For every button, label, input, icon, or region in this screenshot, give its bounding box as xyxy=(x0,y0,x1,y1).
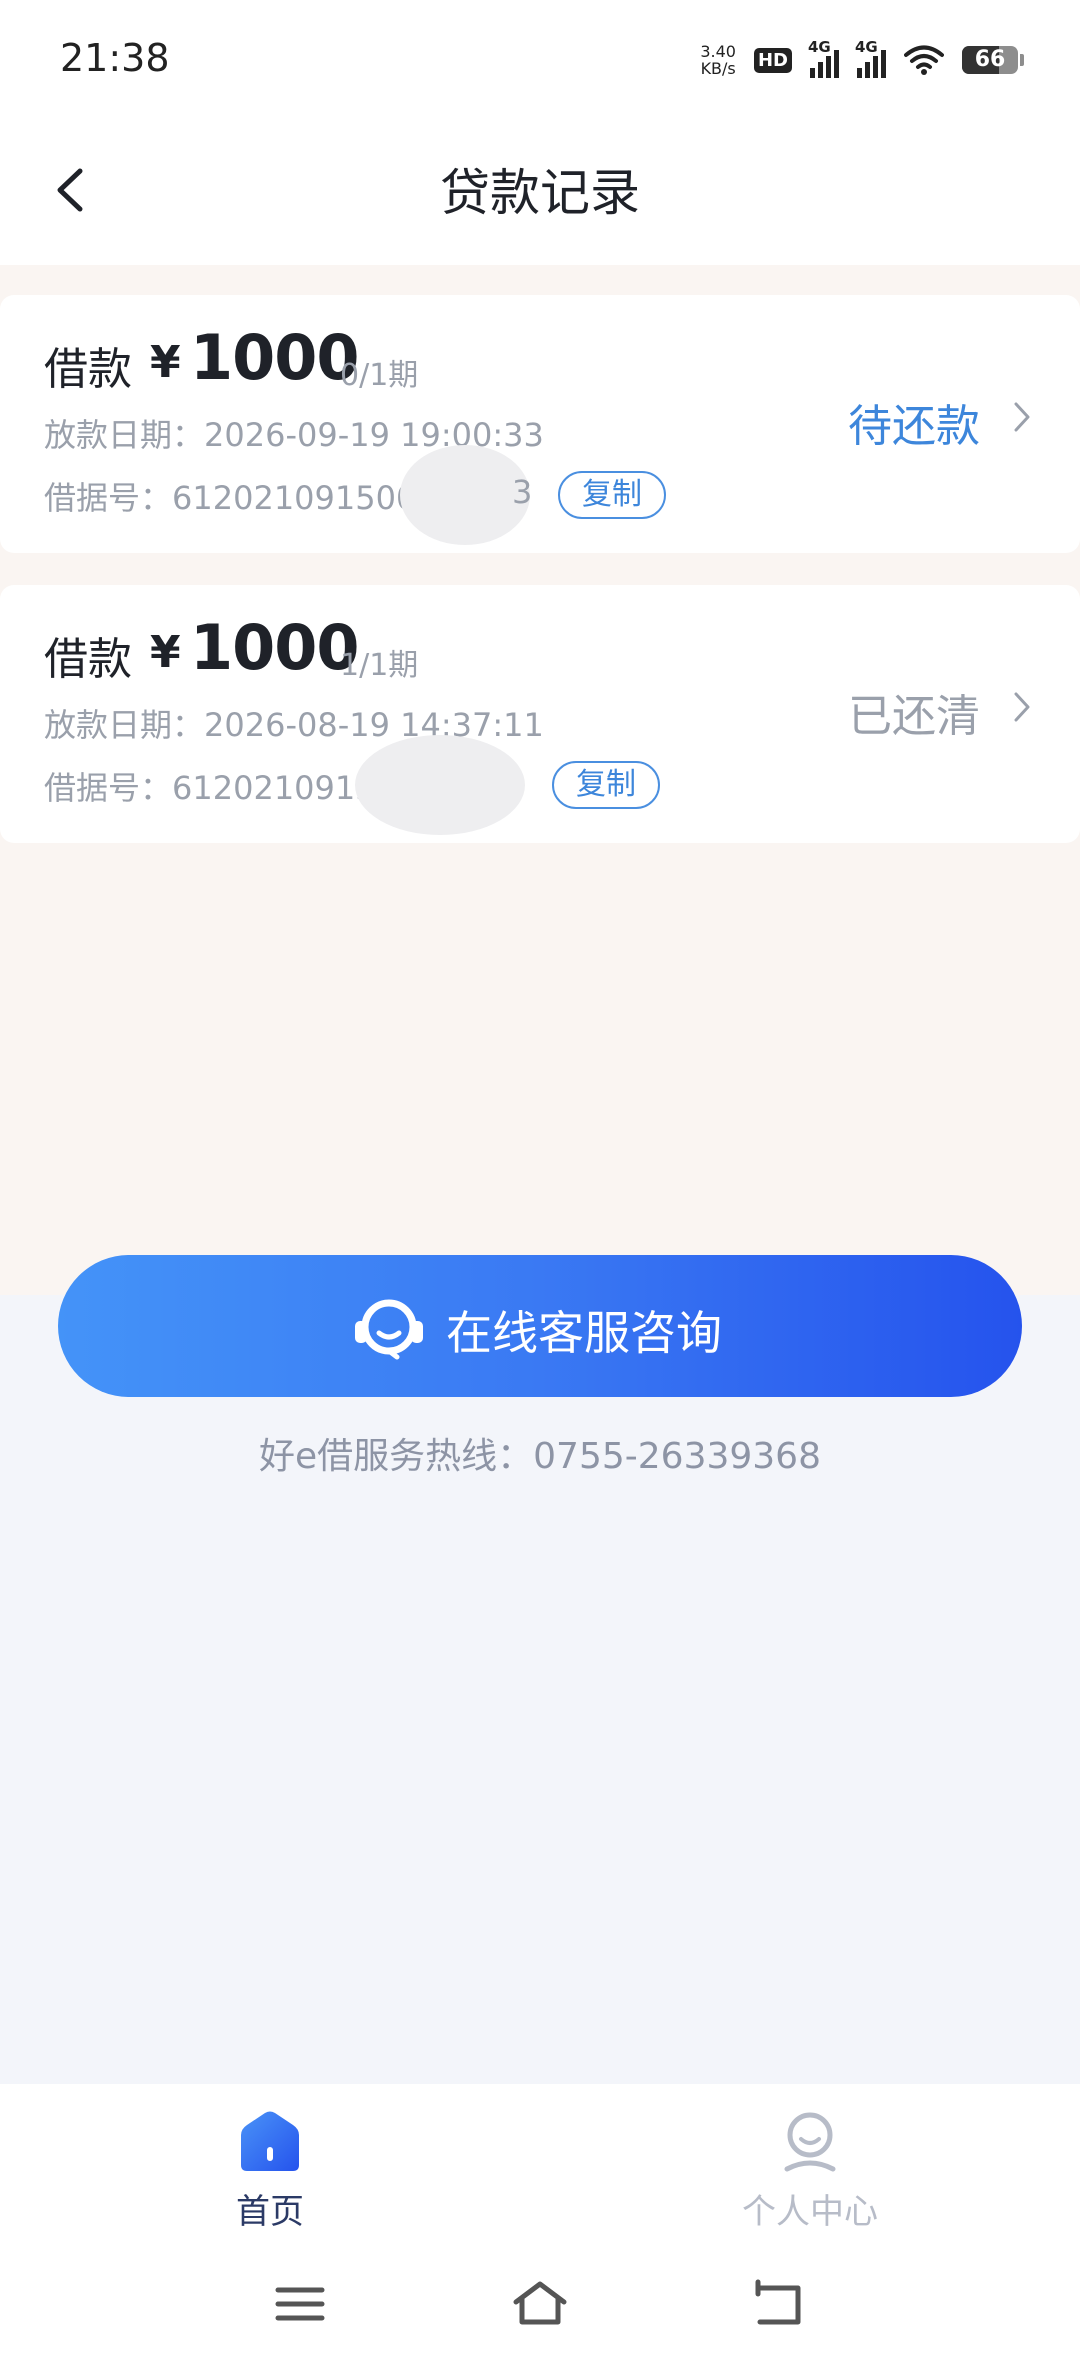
loan-number-value: 612021091500 xyxy=(172,479,417,517)
loan-label: 借款 xyxy=(44,634,132,685)
loan-label: 借款 xyxy=(44,344,132,395)
net-speed: 3.40 KB/s xyxy=(700,43,736,77)
signal-icon: 4G xyxy=(808,38,839,78)
loan-card[interactable]: 借款 ¥ 1000 1/1期 放款日期：2026-08-19 14:37:11 … xyxy=(0,585,1080,843)
system-nav-bar xyxy=(0,2234,1080,2376)
copy-button[interactable]: 复制 xyxy=(552,761,660,809)
page-title: 贷款记录 xyxy=(440,164,640,222)
home-icon xyxy=(241,2111,299,2171)
tab-home[interactable]: 首页 xyxy=(0,2084,540,2234)
tab-profile[interactable]: 个人中心 xyxy=(540,2084,1080,2234)
back-icon[interactable] xyxy=(750,2274,810,2334)
bottom-tab-bar: 首页 个人中心 xyxy=(0,2084,1080,2234)
loan-period: 1/1期 xyxy=(340,648,419,683)
home-outline-icon[interactable] xyxy=(510,2274,570,2334)
battery-icon: 66 xyxy=(962,46,1018,74)
loan-amount: 1000 xyxy=(190,321,360,394)
sim1-label: 4G xyxy=(808,38,831,56)
online-service-button[interactable]: 在线客服咨询 xyxy=(58,1255,1022,1397)
currency-symbol: ¥ xyxy=(150,627,181,678)
currency-symbol: ¥ xyxy=(150,337,181,388)
loan-status: 已还清 xyxy=(848,691,980,742)
wifi-icon xyxy=(904,45,944,75)
chevron-right-icon xyxy=(1014,692,1030,722)
online-service-label: 在线客服咨询 xyxy=(446,1306,722,1360)
loan-number-value: 6120210915 xyxy=(172,769,376,807)
loan-date-value: 2026-09-19 19:00:33 xyxy=(204,416,544,454)
loan-date-value: 2026-08-19 14:37:11 xyxy=(204,706,544,744)
hd-icon: HD xyxy=(753,47,792,73)
loan-number-label: 借据号： xyxy=(44,769,173,807)
status-icons: 3.40 KB/s HD 4G 4G 66 xyxy=(700,38,1024,82)
loan-number-tail: 3 xyxy=(512,473,533,511)
tab-home-label: 首页 xyxy=(236,2192,304,2232)
net-speed-value: 3.40 xyxy=(700,42,736,61)
loan-period: 0/1期 xyxy=(340,358,419,393)
loan-amount: 1000 xyxy=(190,611,360,684)
tab-profile-label: 个人中心 xyxy=(742,2192,878,2232)
chevron-right-icon xyxy=(1014,402,1030,432)
loan-date-label: 放款日期： xyxy=(44,416,205,454)
copy-button[interactable]: 复制 xyxy=(558,471,666,519)
status-time: 21:38 xyxy=(60,36,170,80)
loan-number: 借据号：6120210915 xyxy=(44,763,376,809)
sim2-label: 4G xyxy=(855,38,878,56)
menu-icon[interactable] xyxy=(270,2274,330,2334)
redaction-mask xyxy=(355,735,525,835)
signal-icon-2: 4G xyxy=(855,38,886,78)
user-icon xyxy=(784,2112,836,2172)
loan-status: 待还款 xyxy=(848,401,980,452)
loan-date-label: 放款日期： xyxy=(44,706,205,744)
loan-card[interactable]: 借款 ¥ 1000 0/1期 放款日期：2026-09-19 19:00:33 … xyxy=(0,295,1080,553)
status-bar: 21:38 3.40 KB/s HD 4G 4G 66 xyxy=(0,0,1080,115)
loan-number-label: 借据号： xyxy=(44,479,173,517)
service-hotline: 好e借服务热线：0755-26339368 xyxy=(259,1436,821,1477)
net-speed-unit: KB/s xyxy=(700,59,736,78)
battery-level: 66 xyxy=(974,47,1006,72)
redaction-mask xyxy=(400,445,530,545)
loan-number: 借据号：612021091500 xyxy=(44,473,416,519)
headset-icon xyxy=(355,1299,423,1360)
loan-list-area: 借款 ¥ 1000 0/1期 放款日期：2026-09-19 19:00:33 … xyxy=(0,265,1080,1477)
app-header: 贷款记录 xyxy=(0,115,1080,265)
